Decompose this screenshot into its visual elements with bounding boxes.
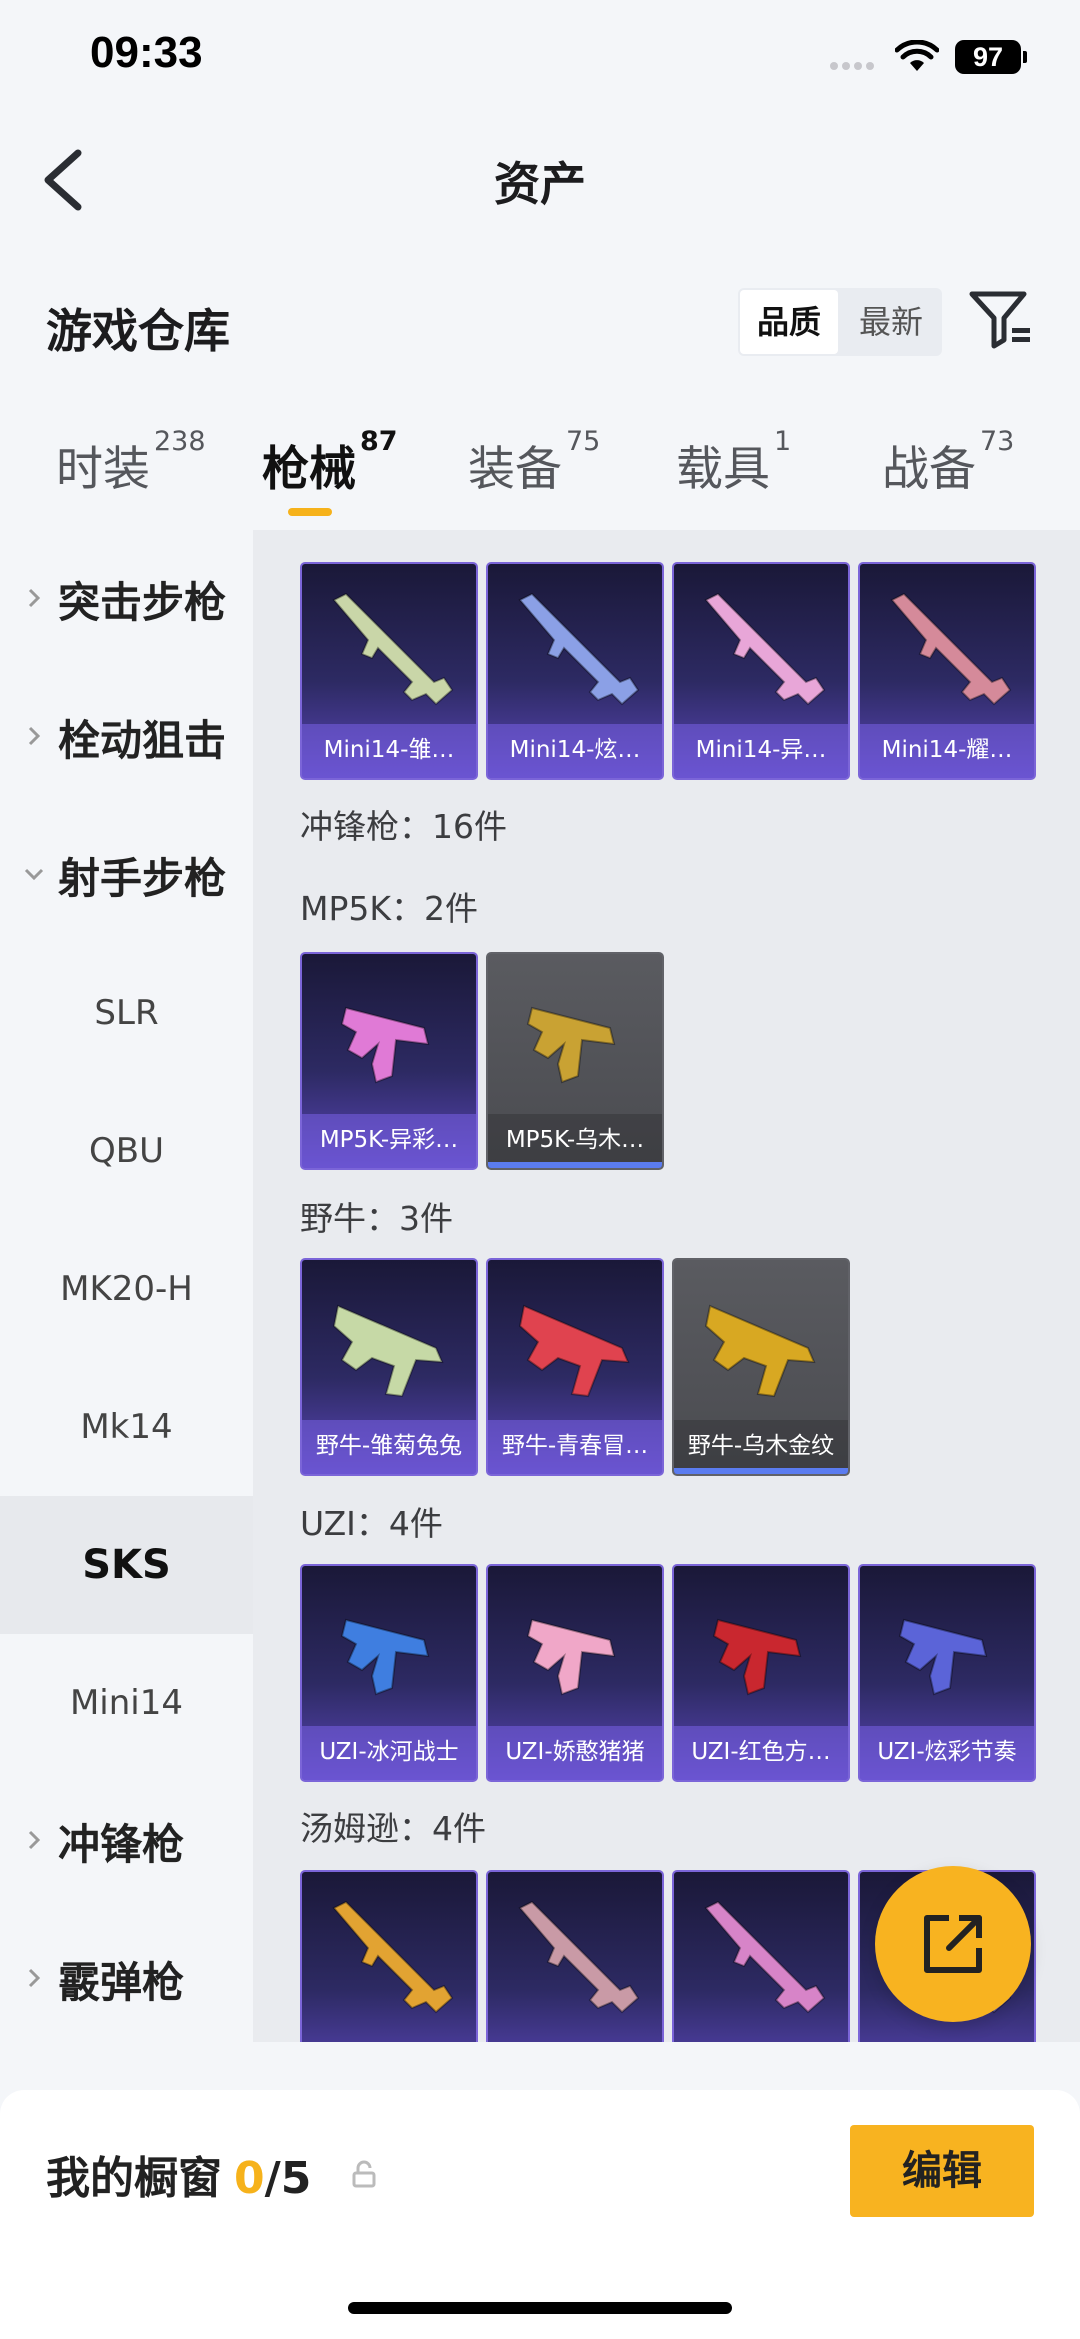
battery-indicator: 97 xyxy=(955,40,1027,74)
weapon-card[interactable]: 野牛-雏菊兔兔 xyxy=(300,1258,478,1476)
weapon-image xyxy=(518,1900,640,2014)
chevron-right-icon xyxy=(28,1830,41,1850)
weapon-card-name: UZI-红色方… xyxy=(674,1726,848,1780)
weapon-card-name: UZI-冰河战士 xyxy=(302,1726,476,1780)
section-title: 游戏仓库 xyxy=(46,304,230,358)
sidebar-item-mk20h[interactable]: MK20-H xyxy=(0,1220,253,1358)
weapon-card[interactable]: MP5K-异彩… xyxy=(300,952,478,1170)
weapon-card-name: Mini14-雏… xyxy=(302,724,476,778)
weapon-image xyxy=(332,1900,454,2014)
tab-equipment[interactable]: 装备75 xyxy=(468,426,600,499)
weapon-card[interactable]: UZI-红色方… xyxy=(672,1564,850,1782)
page-title: 资产 xyxy=(494,157,586,211)
group-label-mp5k: MP5K：2件 xyxy=(300,889,479,928)
weapon-type-sidebar: 突击步枪 栓动狙击 射手步枪 SLR QBU MK20-H Mk14 SKS M… xyxy=(0,530,253,2042)
chevron-down-icon xyxy=(24,868,44,881)
weapon-card-name: MP5K-乌木… xyxy=(488,1114,662,1168)
tab-vehicles[interactable]: 载具1 xyxy=(676,426,791,499)
weapon-card[interactable]: UZI-炫彩节奏 xyxy=(858,1564,1036,1782)
weapon-card-name: UZI-炫彩节奏 xyxy=(860,1726,1034,1780)
sidebar-item-marksman-rifle[interactable]: 射手步枪 xyxy=(0,806,253,944)
sidebar-item-qbu[interactable]: QBU xyxy=(0,1082,253,1220)
weapon-image xyxy=(898,1618,988,1696)
sidebar-item-slr[interactable]: SLR xyxy=(0,944,253,1082)
weapon-image xyxy=(332,592,454,706)
weapon-card[interactable]: 野牛-青春冒… xyxy=(486,1258,664,1476)
tab-fashion[interactable]: 时装238 xyxy=(56,426,206,499)
weapon-card[interactable]: Mini14-耀… xyxy=(858,562,1036,780)
weapon-card[interactable]: UZI-娇憨猪猪 xyxy=(486,1564,664,1782)
showcase-count: 0 xyxy=(234,2153,265,2204)
weapon-image xyxy=(704,592,826,706)
weapon-grid: Mini14-雏… Mini14-炫… Mini14-异… Mini14-耀… MP5K… xyxy=(253,530,1080,2042)
showcase-bar: 我的橱窗 0/5 编辑 xyxy=(0,2090,1080,2339)
sort-quality-button[interactable]: 品质 xyxy=(740,290,838,354)
status-bar: 09:33 97 xyxy=(0,0,1080,120)
weapon-image xyxy=(518,1304,630,1398)
weapon-image xyxy=(340,1618,430,1696)
active-tab-indicator xyxy=(288,508,332,516)
weapon-card[interactable] xyxy=(486,1870,664,2042)
weapon-image xyxy=(712,1618,802,1696)
group-label-smg-total: 冲锋枪：16件 xyxy=(300,807,507,846)
group-label-thompson: 汤姆逊：4件 xyxy=(300,1809,486,1848)
weapon-card-name: Mini14-炫… xyxy=(488,724,662,778)
weapon-card-name: 野牛-青春冒… xyxy=(488,1420,662,1474)
sidebar-item-mini14[interactable]: Mini14 xyxy=(0,1634,253,1772)
showcase-title: 我的橱窗 0/5 xyxy=(46,2153,312,2204)
weapon-card-name: 野牛-乌木金纹 xyxy=(674,1420,848,1474)
weapon-image xyxy=(518,592,640,706)
showcase-total: /5 xyxy=(264,2153,312,2204)
edit-button[interactable]: 编辑 xyxy=(850,2125,1034,2217)
lock-icon xyxy=(352,2160,376,2188)
sidebar-item-assault-rifle[interactable]: 突击步枪 xyxy=(0,530,253,668)
sort-toggle[interactable]: 品质 最新 xyxy=(738,288,942,356)
home-indicator xyxy=(348,2302,732,2314)
chevron-right-icon xyxy=(28,1968,41,1988)
tab-weapons[interactable]: 枪械87 xyxy=(262,426,398,499)
weapon-card[interactable]: Mini14-炫… xyxy=(486,562,664,780)
cellular-signal-icon xyxy=(830,62,880,72)
sort-latest-button[interactable]: 最新 xyxy=(842,290,940,354)
chevron-right-icon xyxy=(28,726,41,746)
weapon-card-name: MP5K-异彩… xyxy=(302,1114,476,1168)
weapon-card-name: Mini14-异… xyxy=(674,724,848,778)
status-time: 09:33 xyxy=(90,28,203,77)
filter-icon[interactable] xyxy=(968,288,1032,352)
weapon-image xyxy=(526,1618,616,1696)
sidebar-item-mk14[interactable]: Mk14 xyxy=(0,1358,253,1496)
external-link-icon xyxy=(924,1915,982,1973)
weapon-image xyxy=(340,1006,430,1084)
weapon-card[interactable] xyxy=(672,1870,850,2042)
weapon-image xyxy=(526,1006,616,1084)
weapon-image xyxy=(704,1304,816,1398)
weapon-card-name: UZI-娇憨猪猪 xyxy=(488,1726,662,1780)
weapon-card[interactable]: 野牛-乌木金纹 xyxy=(672,1258,850,1476)
weapon-card[interactable]: Mini14-雏… xyxy=(300,562,478,780)
category-tabs: 时装238 枪械87 装备75 载具1 战备73 xyxy=(0,426,1080,520)
sidebar-item-shotgun[interactable]: 霰弹枪 xyxy=(0,1910,253,2048)
weapon-image xyxy=(890,592,1012,706)
weapon-card[interactable] xyxy=(300,1870,478,2042)
weapon-card-name: 野牛-雏菊兔兔 xyxy=(302,1420,476,1474)
weapon-card-name: Mini14-耀… xyxy=(860,724,1034,778)
weapon-image xyxy=(704,1900,826,2014)
weapon-card[interactable]: Mini14-异… xyxy=(672,562,850,780)
sidebar-item-sks[interactable]: SKS xyxy=(0,1496,253,1634)
wifi-icon xyxy=(895,40,939,71)
share-button[interactable] xyxy=(875,1866,1031,2022)
weapon-card[interactable]: UZI-冰河战士 xyxy=(300,1564,478,1782)
group-label-bison: 野牛：3件 xyxy=(300,1199,453,1238)
sidebar-item-smg[interactable]: 冲锋枪 xyxy=(0,1772,253,1910)
sidebar-item-bolt-sniper[interactable]: 栓动狙击 xyxy=(0,668,253,806)
tab-supplies[interactable]: 战备73 xyxy=(882,426,1014,499)
weapon-card[interactable]: MP5K-乌木… xyxy=(486,952,664,1170)
weapon-image xyxy=(332,1304,444,1398)
chevron-right-icon xyxy=(28,588,41,608)
group-label-uzi: UZI：4件 xyxy=(300,1504,443,1543)
